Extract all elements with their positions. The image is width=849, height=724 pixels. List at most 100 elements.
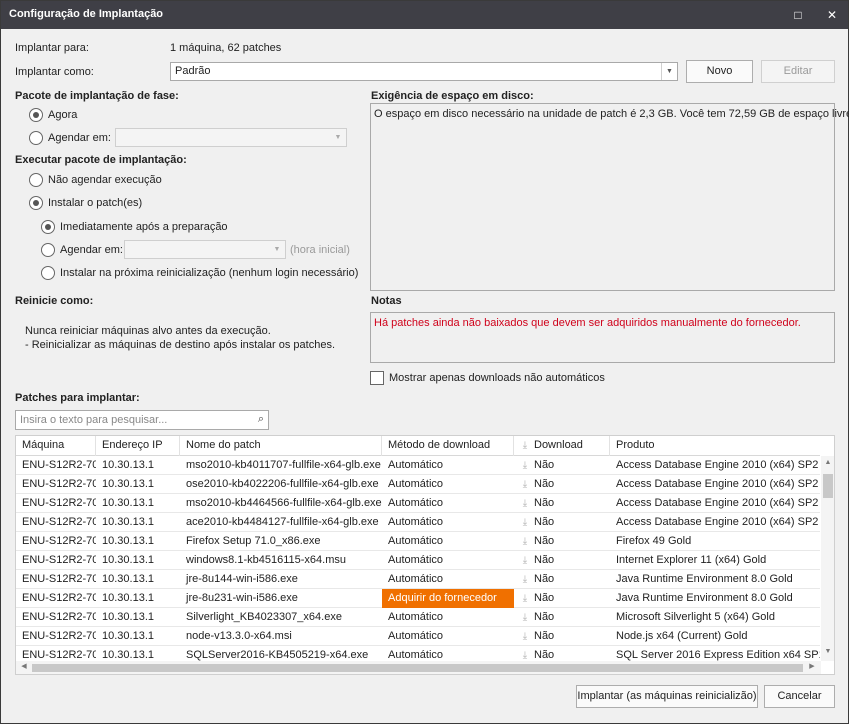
edit-template-button[interactable]: Editar — [761, 60, 835, 83]
table-row[interactable]: ENU-S12R2-70 10.30.13.1 mso2010-kb4011707-… — [16, 456, 820, 475]
cell-machine: ENU-S12R2-70 — [22, 478, 96, 490]
chevron-down-icon: ▼ — [334, 134, 342, 141]
install-patches-radio[interactable] — [29, 196, 43, 210]
table-row[interactable]: ENU-S12R2-70 10.30.13.1 Silverlight_KB4023… — [16, 608, 820, 627]
cell-machine: ENU-S12R2-70 — [22, 573, 96, 585]
col-ip[interactable]: Endereço IP — [96, 436, 180, 456]
restart-line-1: Nunca reiniciar máquinas alvo antes da e… — [25, 325, 271, 337]
install-schedule-label: Agendar em: — [60, 244, 123, 256]
table-row[interactable]: ENU-S12R2-70 10.30.13.1 node-v13.3.0-x64.m… — [16, 627, 820, 646]
cell-download: ⤓ Não — [514, 627, 610, 646]
phase-schedule-select[interactable]: ▼ — [115, 128, 347, 147]
deploy-button[interactable]: Implantar (as máquinas reinicializão) — [576, 685, 758, 708]
cell-machine: ENU-S12R2-70 — [22, 611, 96, 623]
cell-download-text: Não — [534, 592, 555, 604]
new-template-button[interactable]: Novo — [686, 60, 753, 83]
download-icon: ⤓ — [522, 460, 528, 471]
download-icon: ⤓ — [522, 536, 528, 547]
cell-download-text: Não — [534, 611, 555, 623]
cell-patch: windows8.1-kb4516115-x64.msu — [186, 554, 346, 566]
disk-space-panel: O espaço em disco necessário na unidade … — [370, 103, 849, 291]
cell-download-text: Não — [534, 573, 555, 585]
phase-now-radio[interactable] — [29, 108, 43, 122]
table-row[interactable]: ENU-S12R2-70 10.30.13.1 jre-8u231-win-i586… — [16, 589, 820, 608]
cell-product: Access Database Engine 2010 (x64) SP2 — [616, 478, 819, 490]
cell-machine: ENU-S12R2-70 — [22, 516, 96, 528]
deploy-to-value: 1 máquina, 62 patches — [170, 42, 282, 54]
only-non-auto-checkbox[interactable] — [370, 371, 384, 385]
install-schedule-radio[interactable] — [41, 243, 55, 257]
disk-heading: Exigência de espaço em disco: — [371, 90, 534, 102]
horizontal-scrollbar[interactable]: ◀ ▶ — [16, 661, 821, 674]
patch-search-input[interactable]: Insira o texto para pesquisar... ⌕ — [15, 410, 269, 430]
cell-product: Node.js x64 (Current) Gold — [616, 630, 748, 642]
horizontal-scroll-thumb[interactable] — [32, 664, 803, 672]
deploy-to-label: Implantar para: — [15, 42, 89, 54]
table-row[interactable]: ENU-S12R2-70 10.30.13.1 Firefox Setup 71.0… — [16, 532, 820, 551]
cell-patch: jre-8u144-win-i586.exe — [186, 573, 298, 585]
scroll-up-icon[interactable]: ▲ — [821, 459, 834, 466]
deploy-as-select[interactable]: Padrão ▼ — [170, 62, 678, 81]
scroll-right-icon[interactable]: ▶ — [805, 662, 819, 670]
close-icon[interactable]: ✕ — [821, 5, 843, 25]
cell-download-text: Não — [534, 649, 555, 661]
vertical-scroll-thumb[interactable] — [823, 474, 833, 498]
deploy-as-selected: Padrão — [175, 65, 211, 77]
col-download-method[interactable]: Método de download — [382, 436, 514, 456]
cell-download-text: Não — [534, 535, 555, 547]
cell-download-text: Não — [534, 554, 555, 566]
cell-download: ⤓ Não — [514, 608, 610, 627]
table-row[interactable]: ENU-S12R2-70 10.30.13.1 mso2010-kb4464566-… — [16, 494, 820, 513]
cell-product: Access Database Engine 2010 (x64) SP2 — [616, 497, 819, 509]
cell-ip: 10.30.13.1 — [102, 592, 154, 604]
cell-product: Java Runtime Environment 8.0 Gold — [616, 592, 793, 604]
table-row[interactable]: ENU-S12R2-70 10.30.13.1 windows8.1-kb45161… — [16, 551, 820, 570]
cell-patch: Silverlight_KB4023307_x64.exe — [186, 611, 342, 623]
notes-panel: Há patches ainda não baixados que devem … — [370, 312, 835, 363]
cell-download-text: Não — [534, 459, 555, 471]
col-machine[interactable]: Máquina — [16, 436, 96, 456]
col-product[interactable]: Produto — [610, 436, 820, 456]
disk-space-message: O espaço em disco necessário na unidade … — [374, 108, 849, 120]
install-patches-label: Instalar o patch(es) — [48, 197, 143, 209]
cell-download: ⤓ Não — [514, 532, 610, 551]
vertical-scrollbar[interactable]: ▲ ▼ — [821, 456, 834, 661]
window-title: Configuração de Implantação — [9, 8, 164, 20]
next-reboot-radio[interactable] — [41, 266, 55, 280]
col-download: Download — [534, 439, 583, 451]
scroll-left-icon[interactable]: ◀ — [17, 662, 31, 670]
cell-download: ⤓ Não — [514, 494, 610, 513]
cell-download: ⤓ Não — [514, 570, 610, 589]
search-icon[interactable]: ⌕ — [258, 413, 264, 426]
cancel-button[interactable]: Cancelar — [764, 685, 835, 708]
cell-ip: 10.30.13.1 — [102, 611, 154, 623]
install-schedule-select[interactable]: ▼ — [124, 240, 286, 259]
cell-machine: ENU-S12R2-70 — [22, 459, 96, 471]
chevron-down-icon[interactable]: ▼ — [661, 63, 677, 80]
immediate-radio[interactable] — [41, 220, 55, 234]
col-download-header[interactable]: ⤓ Download — [514, 436, 610, 456]
download-icon: ⤓ — [522, 555, 528, 566]
download-icon: ⤓ — [522, 593, 528, 604]
cell-ip: 10.30.13.1 — [102, 535, 154, 547]
cell-method: Automático — [388, 516, 444, 528]
restart-line-2: - Reinicializar as máquinas de destino a… — [25, 339, 335, 351]
phase-schedule-radio[interactable] — [29, 131, 43, 145]
cell-download: ⤓ Não — [514, 589, 610, 608]
table-row[interactable]: ENU-S12R2-70 10.30.13.1 ace2010-kb4484127-… — [16, 513, 820, 532]
cell-machine: ENU-S12R2-70 — [22, 497, 96, 509]
no-schedule-radio[interactable] — [29, 173, 43, 187]
phase-schedule-label: Agendar em: — [48, 132, 111, 144]
cell-download-text: Não — [534, 630, 555, 642]
maximize-icon[interactable]: □ — [787, 5, 809, 25]
cell-method: Automático — [388, 573, 444, 585]
table-row[interactable]: ENU-S12R2-70 10.30.13.1 jre-8u144-win-i586… — [16, 570, 820, 589]
phase-heading: Pacote de implantação de fase: — [15, 90, 179, 102]
cell-patch: jre-8u231-win-i586.exe — [186, 592, 298, 604]
scroll-down-icon[interactable]: ▼ — [821, 648, 834, 655]
cell-patch: mso2010-kb4464566-fullfile-x64-glb.exe — [186, 497, 382, 509]
table-row[interactable]: ENU-S12R2-70 10.30.13.1 ose2010-kb4022206-… — [16, 475, 820, 494]
download-icon: ⤓ — [522, 574, 528, 585]
col-patch-name[interactable]: Nome do patch — [180, 436, 382, 456]
only-non-auto-label: Mostrar apenas downloads não automáticos — [389, 372, 605, 384]
